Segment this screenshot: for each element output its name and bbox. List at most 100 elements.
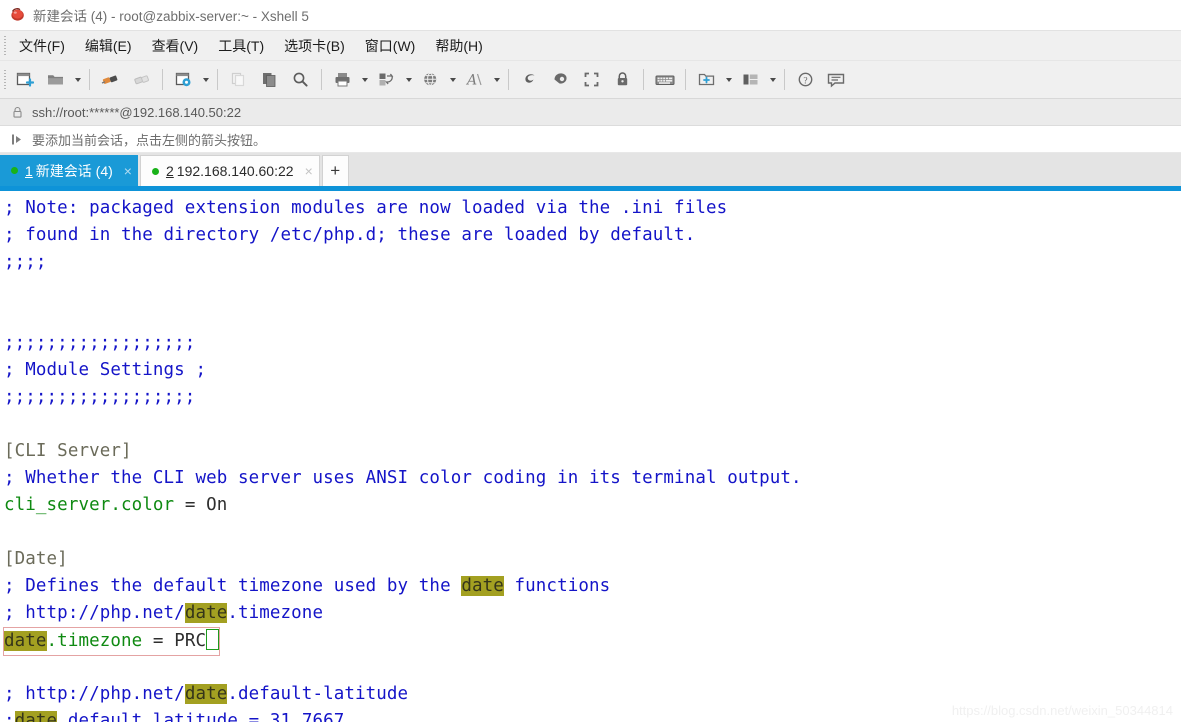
menu-help[interactable]: 帮助(H)	[426, 33, 491, 59]
toolbar-separator	[508, 69, 509, 90]
paste-icon[interactable]	[254, 65, 285, 94]
terminal-text: ; Whether the CLI web server uses ANSI c…	[4, 468, 802, 488]
add-session-arrow-icon[interactable]	[10, 133, 26, 146]
notice-text: 要添加当前会话，点击左侧的箭头按钮。	[32, 132, 267, 148]
menu-gripper[interactable]	[0, 31, 9, 60]
xshell-window: 新建会话 (4) - root@zabbix-server:~ - Xshell…	[0, 0, 1181, 722]
svg-text:?: ?	[803, 77, 807, 87]
address-lock-icon	[10, 106, 25, 119]
tab-status-dot-icon	[151, 167, 159, 175]
terminal-line: ;;;;;;;;;;;;;;;;;;	[4, 330, 1181, 357]
copy-icon[interactable]	[223, 65, 254, 94]
tab-status-dot-icon	[11, 167, 18, 174]
print-icon[interactable]	[327, 65, 358, 94]
address-value[interactable]: ssh://root:******@192.168.140.50:22	[32, 105, 241, 120]
fullscreen-icon[interactable]	[576, 65, 607, 94]
menu-edit[interactable]: 编辑(E)	[76, 33, 141, 59]
font-icon[interactable]: A	[459, 65, 490, 94]
terminal-text: .default_latitude = 31.7667	[57, 711, 345, 722]
toolbar-separator	[217, 69, 218, 90]
title-bar: 新建会话 (4) - root@zabbix-server:~ - Xshell…	[0, 0, 1181, 30]
address-bar[interactable]: ssh://root:******@192.168.140.50:22	[0, 99, 1181, 126]
tab-number: 1	[25, 162, 33, 179]
terminal-output[interactable]: ; Note: packaged extension modules are n…	[0, 191, 1181, 722]
search-match-highlight: date	[14, 711, 58, 722]
terminal-text: [Date]	[4, 549, 68, 569]
open-folder-icon[interactable]	[40, 65, 71, 94]
terminal-line: [Date]	[4, 546, 1181, 573]
highlight-icon[interactable]	[545, 65, 576, 94]
disconnect-plug-icon[interactable]	[126, 65, 157, 94]
open-folder-dropdown-caret-icon[interactable]	[71, 65, 84, 94]
terminal-line: ;date.default_latitude = 31.7667	[4, 708, 1181, 722]
globe-dropdown-caret-icon[interactable]	[446, 65, 459, 94]
help-icon[interactable]: ?	[790, 65, 821, 94]
connect-plug-icon[interactable]	[95, 65, 126, 94]
tab-label: 192.168.140.60:22	[176, 163, 294, 179]
toolbar-separator	[685, 69, 686, 90]
menu-view[interactable]: 查看(V)	[143, 33, 208, 59]
toolbar-separator	[162, 69, 163, 90]
notice-bar: 要添加当前会话，点击左侧的箭头按钮。	[0, 126, 1181, 153]
terminal-text: ; http://php.net/	[4, 603, 185, 623]
terminal-text: ; found in the directory /etc/php.d; the…	[4, 225, 696, 245]
tab-session-2[interactable]: 2 192.168.140.60:22 ×	[139, 155, 320, 186]
toolbar-separator	[784, 69, 785, 90]
tab-close-icon[interactable]: ×	[124, 164, 132, 178]
session-properties-dropdown-caret-icon[interactable]	[199, 65, 212, 94]
terminal-text: ;;;;;;;;;;;;;;;;;;	[4, 333, 196, 353]
terminal-text: =	[174, 495, 207, 515]
layout-dropdown-caret-icon[interactable]	[766, 65, 779, 94]
terminal-text: ; Defines the default timezone used by t…	[4, 576, 462, 596]
print-dropdown-caret-icon[interactable]	[358, 65, 371, 94]
terminal-line: cli_server.color = On	[4, 492, 1181, 519]
toolbar-gripper[interactable]	[0, 61, 9, 98]
search-match-highlight: date	[184, 603, 228, 623]
layout-icon[interactable]	[735, 65, 766, 94]
terminal-text: .timezone	[227, 603, 324, 623]
new-folder-icon[interactable]	[691, 65, 722, 94]
search-match-highlight: date	[461, 576, 504, 596]
toolbar-separator	[321, 69, 322, 90]
terminal-text: ;;;;	[4, 252, 47, 272]
menu-window[interactable]: 窗口(W)	[356, 33, 425, 59]
font-dropdown-caret-icon[interactable]	[490, 65, 503, 94]
new-session-icon[interactable]	[9, 65, 40, 94]
menu-tools[interactable]: 工具(T)	[209, 33, 273, 59]
text-cursor	[206, 629, 220, 650]
tab-close-icon[interactable]: ×	[305, 164, 313, 178]
file-transfer-dropdown-caret-icon[interactable]	[402, 65, 415, 94]
terminal-text: =	[142, 631, 175, 651]
session-properties-icon[interactable]	[168, 65, 199, 94]
globe-encoding-icon[interactable]	[415, 65, 446, 94]
tab-bar: 1 新建会话 (4) × 2 192.168.140.60:22 × +	[0, 153, 1181, 186]
toolbar-separator	[89, 69, 90, 90]
find-icon[interactable]	[285, 65, 316, 94]
tab-label: 新建会话 (4)	[35, 162, 113, 179]
menu-tabs[interactable]: 选项卡(B)	[275, 33, 354, 59]
cursor-line-highlight: date.timezone = PRC	[3, 627, 221, 656]
terminal-line: ; http://php.net/date.default-latitude	[4, 681, 1181, 708]
file-transfer-icon[interactable]	[371, 65, 402, 94]
terminal-text: PRC	[174, 631, 207, 651]
menu-file[interactable]: 文件(F)	[10, 33, 74, 59]
new-tab-button[interactable]: +	[321, 155, 349, 186]
terminal-line: ; http://php.net/date.timezone	[4, 600, 1181, 627]
tab-session-1[interactable]: 1 新建会话 (4) ×	[0, 155, 138, 186]
compose-bar-icon[interactable]	[514, 65, 545, 94]
terminal-line: [CLI Server]	[4, 438, 1181, 465]
terminal-line: ; Defines the default timezone used by t…	[4, 573, 1181, 600]
terminal-line: ; found in the directory /etc/php.d; the…	[4, 222, 1181, 249]
svg-text:A: A	[465, 73, 477, 89]
new-folder-dropdown-caret-icon[interactable]	[722, 65, 735, 94]
lock-icon[interactable]	[607, 65, 638, 94]
terminal-text: ; Module Settings ;	[4, 360, 207, 380]
keyboard-icon[interactable]	[649, 65, 680, 94]
search-match-highlight: date	[184, 684, 228, 704]
search-match-highlight: date	[4, 631, 47, 651]
feedback-icon[interactable]	[821, 65, 852, 94]
terminal-text: cli_server.color	[4, 495, 175, 515]
terminal-text: [CLI Server]	[4, 441, 132, 461]
